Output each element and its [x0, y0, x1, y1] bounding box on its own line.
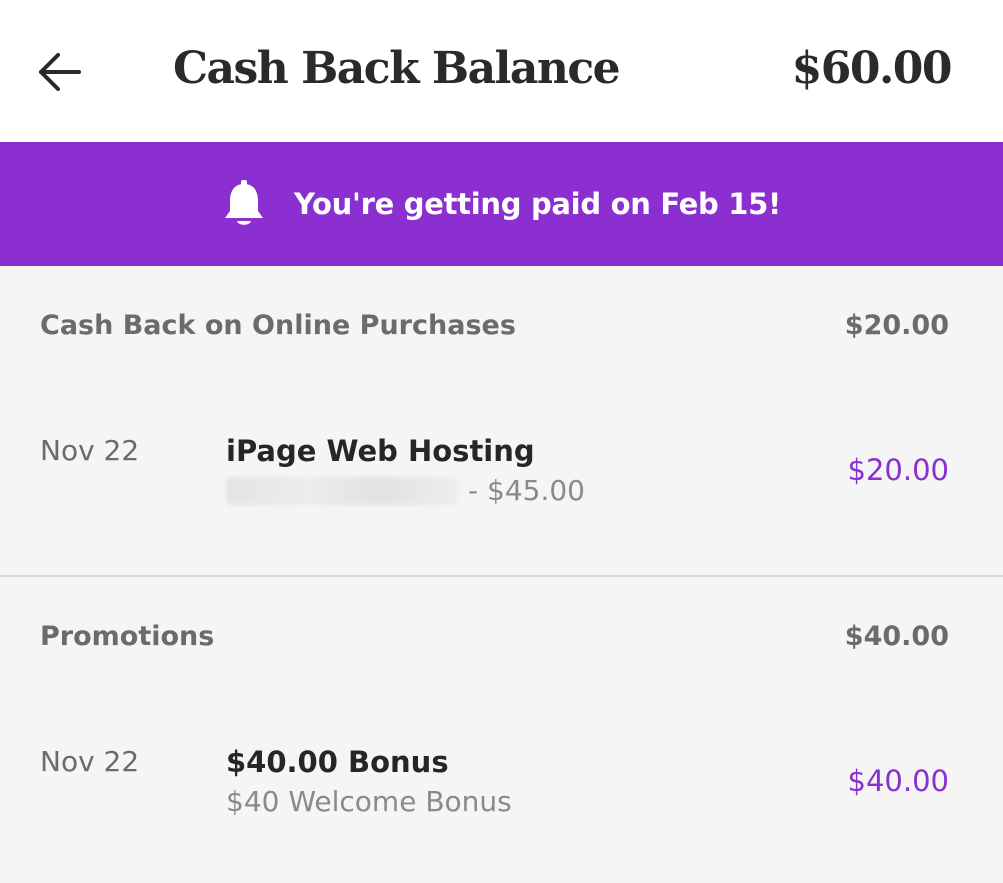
- banner-message: You're getting paid on Feb 15!: [294, 187, 781, 221]
- page-title: Cash Back Balance: [173, 43, 621, 94]
- section-online-purchases: Cash Back on Online Purchases $20.00 Nov…: [0, 266, 1003, 575]
- section-amount: $40.00: [844, 621, 949, 652]
- app-header: Cash Back Balance $60.00: [0, 0, 1003, 142]
- section-amount: $20.00: [844, 310, 949, 341]
- arrow-left-icon: [39, 53, 81, 91]
- section-promotions: Promotions $40.00 Nov 22 $40.00 Bonus $4…: [0, 577, 1003, 883]
- transaction-cashback: $40.00: [847, 764, 949, 798]
- transaction-date: Nov 22: [40, 745, 140, 778]
- payout-banner[interactable]: You're getting paid on Feb 15!: [0, 142, 1003, 266]
- total-balance: $60.00: [791, 43, 953, 94]
- bell-icon: [222, 179, 266, 229]
- section-label: Promotions: [40, 621, 215, 652]
- transaction-amount: - $45.00: [468, 474, 585, 507]
- transaction-detail: - $45.00: [226, 474, 585, 507]
- section-label: Cash Back on Online Purchases: [40, 310, 516, 341]
- back-button[interactable]: [30, 42, 90, 102]
- transaction-title: $40.00 Bonus: [226, 745, 449, 779]
- transaction-date: Nov 22: [40, 434, 140, 467]
- redacted-text: [226, 476, 458, 505]
- transaction-detail: $40 Welcome Bonus: [226, 785, 512, 818]
- transaction-title: iPage Web Hosting: [226, 434, 535, 468]
- transaction-cashback: $20.00: [847, 453, 949, 487]
